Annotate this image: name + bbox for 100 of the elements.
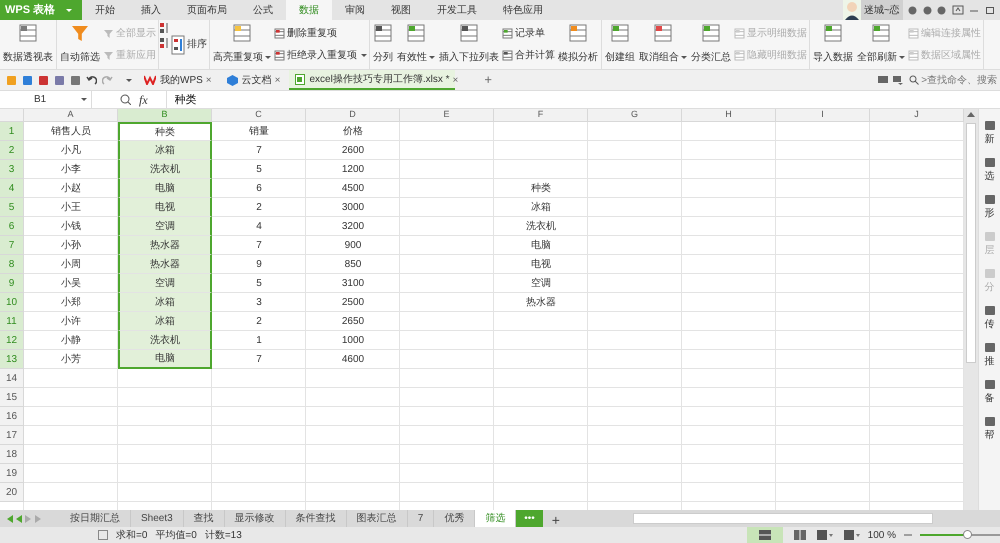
menu-tab[interactable]: 审阅 xyxy=(332,0,378,20)
side-panel-button[interactable]: 推 xyxy=(984,343,994,369)
column-header[interactable]: I xyxy=(776,109,870,122)
cell[interactable]: 小芳 xyxy=(24,350,118,369)
cell[interactable]: 7 xyxy=(212,141,306,160)
ribbon-button[interactable]: 记录单 xyxy=(501,26,556,41)
cell[interactable]: 7 xyxy=(212,350,306,369)
side-panel-button[interactable]: 传 xyxy=(984,306,994,332)
ribbon-button[interactable]: 插入下拉列表 xyxy=(437,22,501,67)
cell[interactable]: 5 xyxy=(212,160,306,179)
cell[interactable]: 小王 xyxy=(24,198,118,217)
menu-tab[interactable]: 视图 xyxy=(378,0,424,20)
cell[interactable]: 2650 xyxy=(306,312,400,331)
cell[interactable]: 900 xyxy=(306,236,400,255)
cell[interactable]: 1000 xyxy=(306,331,400,350)
cell[interactable]: 种类 xyxy=(494,179,588,198)
page-break-icon[interactable] xyxy=(794,530,806,540)
cell[interactable]: 小周 xyxy=(24,255,118,274)
menu-tab[interactable]: 开始 xyxy=(82,0,128,20)
cell[interactable]: 洗衣机 xyxy=(494,217,588,236)
side-panel-button[interactable]: 形 xyxy=(984,195,994,221)
cell[interactable]: 4 xyxy=(212,217,306,236)
function-button[interactable]: fx xyxy=(139,90,148,108)
add-sheet-button[interactable]: + xyxy=(548,510,563,527)
row-header[interactable]: 10 xyxy=(0,293,24,312)
menu-tab[interactable]: 公式 xyxy=(240,0,286,20)
cell[interactable]: 电视 xyxy=(494,255,588,274)
side-panel-button[interactable]: 帮 xyxy=(984,417,994,443)
ribbon-button[interactable]: 合并计算 xyxy=(501,48,556,64)
ribbon-button[interactable]: 数据透视表 xyxy=(1,22,55,67)
cell[interactable]: 电脑 xyxy=(494,236,588,255)
cell[interactable]: 2 xyxy=(212,312,306,331)
restore-icon[interactable] xyxy=(952,5,964,15)
cell[interactable]: 销量 xyxy=(212,122,306,141)
cell[interactable]: 1200 xyxy=(306,160,400,179)
row-header[interactable]: 17 xyxy=(0,426,24,445)
dropdown-caret-icon[interactable] xyxy=(81,98,87,101)
cell[interactable]: 850 xyxy=(306,255,400,274)
cell[interactable]: 电脑 xyxy=(118,179,212,198)
cell[interactable]: 电脑 xyxy=(118,350,212,369)
cell[interactable]: 洗衣机 xyxy=(118,160,212,179)
cell[interactable]: 热水器 xyxy=(118,255,212,274)
cell[interactable]: 价格 xyxy=(306,122,400,141)
normal-view-icon[interactable] xyxy=(746,527,783,543)
cell[interactable]: 空调 xyxy=(118,217,212,236)
cell[interactable]: 3 xyxy=(212,293,306,312)
cell[interactable]: 冰箱 xyxy=(118,293,212,312)
row-header[interactable]: 6 xyxy=(0,217,24,236)
scroll-up-icon[interactable] xyxy=(967,111,975,117)
row-header[interactable]: 14 xyxy=(0,369,24,388)
name-box[interactable]: B1 xyxy=(0,91,92,108)
ribbon-button[interactable]: 导入数据 xyxy=(811,22,855,67)
ribbon-button[interactable]: 拒绝录入重复项 xyxy=(273,48,368,64)
side-panel-button[interactable]: 新 xyxy=(984,121,994,147)
cell[interactable]: 小孙 xyxy=(24,236,118,255)
close-tab-button[interactable]: × xyxy=(272,70,284,90)
cell[interactable]: 2500 xyxy=(306,293,400,312)
cell[interactable]: 冰箱 xyxy=(494,198,588,217)
column-header[interactable]: A xyxy=(24,109,118,122)
maximize-icon[interactable] xyxy=(984,5,994,15)
row-header[interactable]: 18 xyxy=(0,445,24,464)
ribbon-button[interactable]: 创建组 xyxy=(603,22,637,67)
column-header[interactable]: C xyxy=(212,109,306,122)
cell[interactable]: 1 xyxy=(212,331,306,350)
cell[interactable]: 小静 xyxy=(24,331,118,350)
cell[interactable]: 4600 xyxy=(306,350,400,369)
cell[interactable]: 4500 xyxy=(306,179,400,198)
cell[interactable]: 小郑 xyxy=(24,293,118,312)
horizontal-scrollbar[interactable] xyxy=(632,513,933,524)
cell[interactable]: 小钱 xyxy=(24,217,118,236)
row-header[interactable]: 20 xyxy=(0,483,24,502)
command-search-field[interactable]: >查找命令、搜索 xyxy=(908,72,998,88)
ribbon-button[interactable]: 删除重复项 xyxy=(273,26,368,41)
menu-tab[interactable]: 特色应用 xyxy=(490,0,556,20)
cell[interactable]: 3100 xyxy=(306,274,400,293)
ribbon-button[interactable]: 取消组合 xyxy=(637,22,689,67)
cell[interactable]: 空调 xyxy=(494,274,588,293)
cell[interactable]: 电视 xyxy=(118,198,212,217)
cell[interactable]: 3200 xyxy=(306,217,400,236)
column-header[interactable]: J xyxy=(870,109,964,122)
cell[interactable]: 5 xyxy=(212,274,306,293)
cell[interactable]: 洗衣机 xyxy=(118,331,212,350)
scrollbar-thumb[interactable] xyxy=(966,123,976,363)
menu-tab[interactable]: 开发工具 xyxy=(424,0,490,20)
ribbon-button[interactable]: 高亮重复项 xyxy=(211,22,273,67)
cell[interactable]: 3000 xyxy=(306,198,400,217)
column-header[interactable]: F xyxy=(494,109,588,122)
cell[interactable]: 冰箱 xyxy=(118,312,212,331)
add-tab-button[interactable]: + xyxy=(481,70,495,90)
zoom-slider[interactable] xyxy=(963,530,972,539)
row-header[interactable]: 15 xyxy=(0,388,24,407)
column-header[interactable]: H xyxy=(682,109,776,122)
cell[interactable]: 种类 xyxy=(118,122,212,141)
undo-icon[interactable] xyxy=(86,74,97,86)
side-panel-button[interactable]: 选 xyxy=(984,158,994,184)
ribbon-button[interactable]: 模拟分析 xyxy=(556,22,600,67)
ribbon-button[interactable]: 排序 xyxy=(170,22,208,67)
cell[interactable]: 小李 xyxy=(24,160,118,179)
cell[interactable]: 7 xyxy=(212,236,306,255)
cell[interactable]: 9 xyxy=(212,255,306,274)
